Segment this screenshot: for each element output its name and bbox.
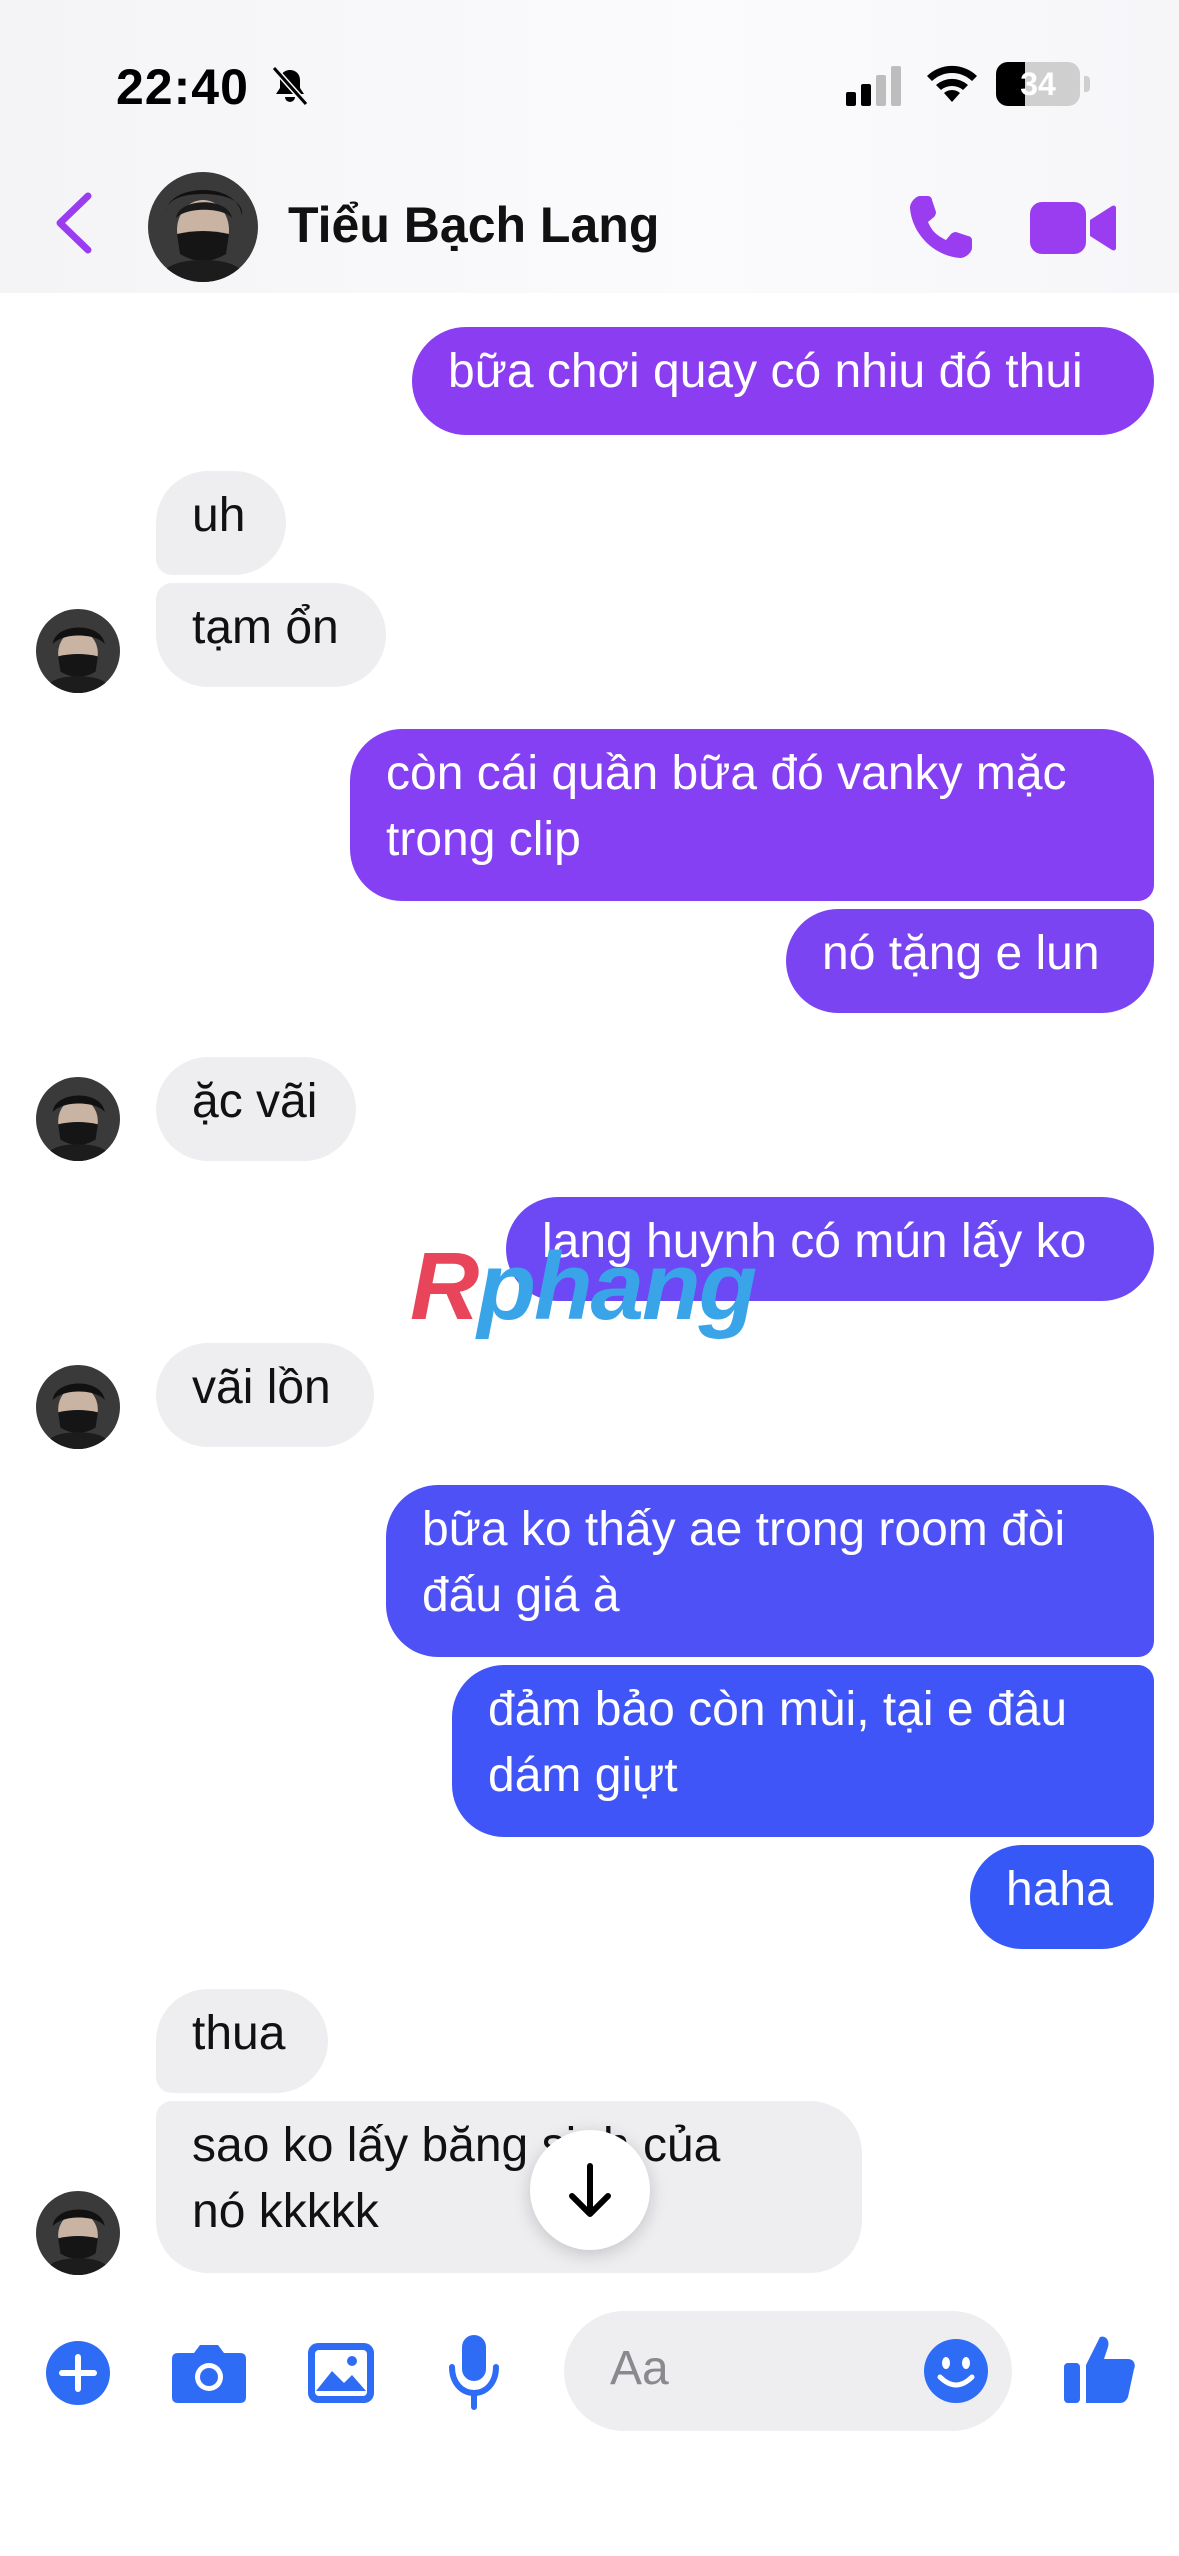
message-outgoing[interactable]: bữa chơi quay có nhiu đó thui (412, 327, 1154, 435)
message-incoming[interactable]: thua (156, 1989, 328, 2093)
wifi-icon (927, 65, 977, 102)
message-outgoing[interactable]: đảm bảo còn mùi, tại e đâu dám giựt (452, 1665, 1154, 1837)
message-input[interactable]: Aa (564, 2311, 1012, 2431)
message-outgoing[interactable]: haha (970, 1845, 1154, 1949)
contact-avatar[interactable] (148, 172, 258, 282)
microphone-icon[interactable] (446, 2333, 502, 2413)
back-icon[interactable] (44, 188, 104, 258)
thumbs-up-icon[interactable] (1062, 2331, 1138, 2407)
status-time: 22:40 (116, 59, 249, 115)
status-bar: 22:40 34 (0, 40, 1179, 130)
camera-icon[interactable] (170, 2341, 248, 2405)
battery-tip (1084, 76, 1090, 92)
battery-icon: 34 (996, 62, 1080, 106)
message-outgoing[interactable]: nó tặng e lun (786, 909, 1154, 1013)
message-outgoing[interactable]: còn cái quần bữa đó vanky mặc trong clip (350, 729, 1154, 901)
message-incoming[interactable]: tạm ổn (156, 583, 386, 687)
message-incoming[interactable]: uh (156, 471, 286, 575)
phone-icon[interactable] (904, 190, 978, 264)
battery-level: 34 (1020, 66, 1056, 102)
contact-name[interactable]: Tiểu Bạch Lang (288, 196, 659, 254)
plus-icon[interactable] (44, 2339, 112, 2407)
message-incoming[interactable]: vãi lồn (156, 1343, 374, 1447)
sender-avatar[interactable] (36, 2191, 120, 2275)
message-outgoing[interactable]: bữa ko thấy ae trong room đòi đấu giá à (386, 1485, 1154, 1657)
signal-icon (846, 66, 901, 106)
chat-header: 22:40 34 Tiểu Bạch Lang (0, 0, 1179, 293)
arrow-down-icon (569, 2163, 611, 2217)
scroll-to-bottom-button[interactable] (530, 2130, 650, 2250)
message-incoming[interactable]: ặc vãi (156, 1057, 356, 1161)
photo-icon[interactable] (306, 2339, 376, 2407)
composer-bar: Aa (0, 2293, 1179, 2556)
message-incoming[interactable]: sao ko lấy băng sinh của nó kkkkk (156, 2101, 862, 2273)
bell-slash-icon (271, 66, 309, 106)
watermark-logo: Rphang (410, 1233, 757, 1340)
sender-avatar[interactable] (36, 1077, 120, 1161)
video-camera-icon[interactable] (1030, 198, 1116, 258)
message-input-placeholder: Aa (610, 2342, 669, 2395)
sender-avatar[interactable] (36, 1365, 120, 1449)
sender-avatar[interactable] (36, 609, 120, 693)
emoji-icon[interactable] (922, 2337, 990, 2405)
